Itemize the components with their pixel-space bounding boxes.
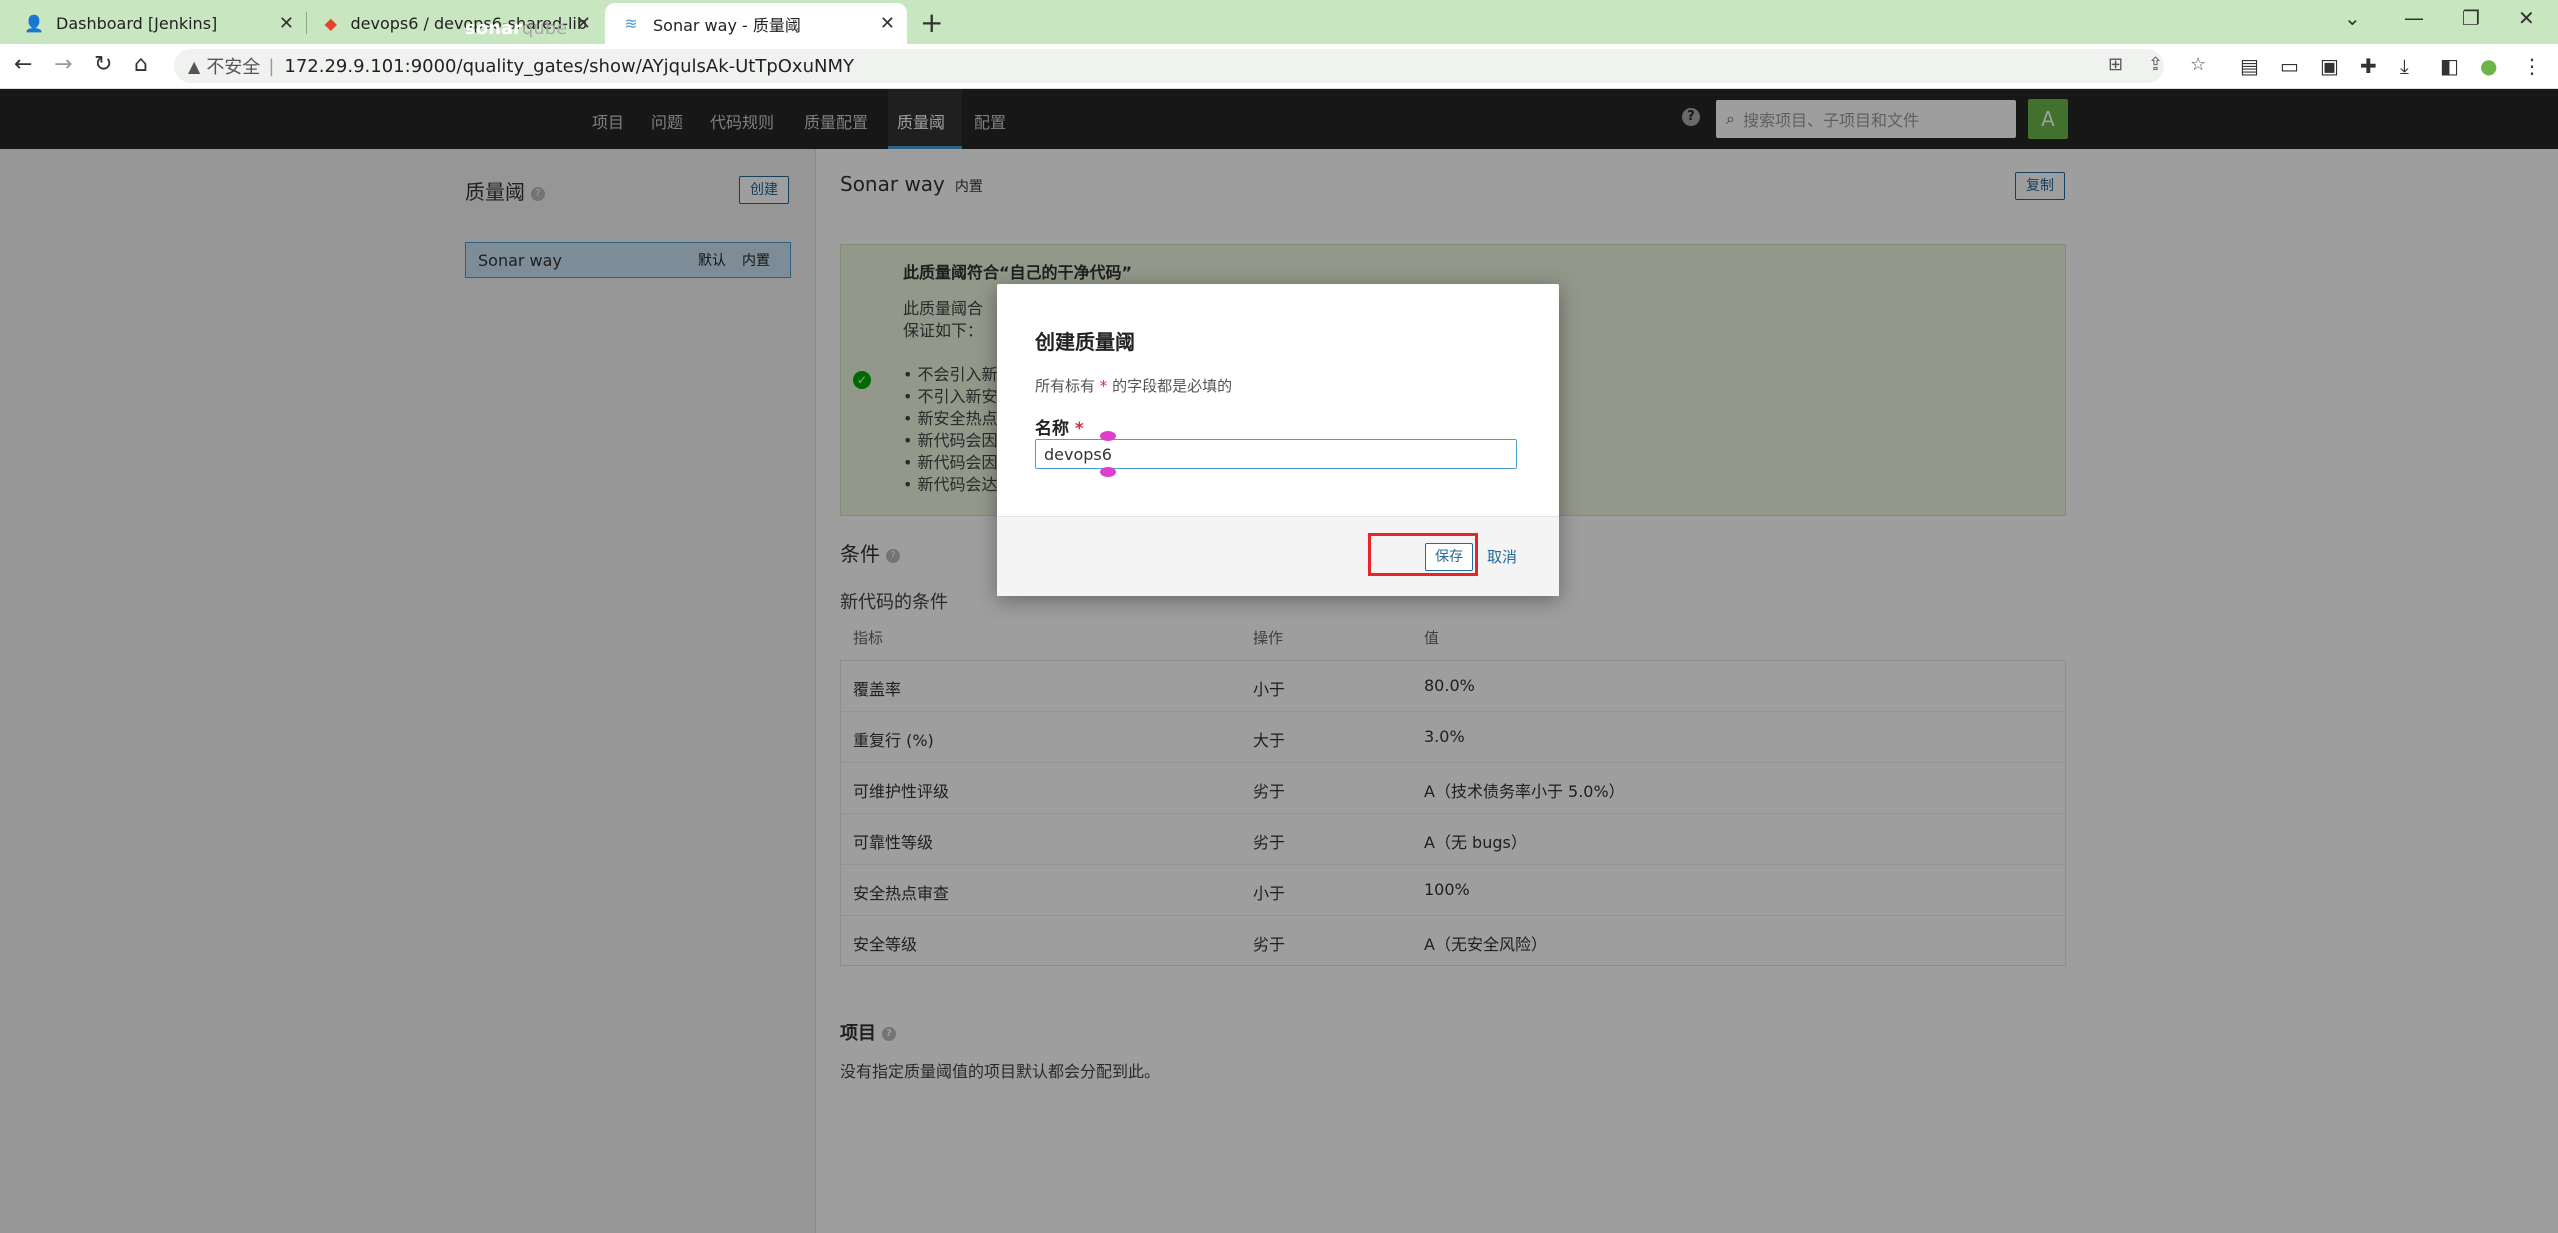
logo-suffix: qube — [521, 18, 568, 39]
url-field[interactable]: ▲ 不安全 | 172.29.9.101:9000/quality_gates/… — [174, 49, 2164, 83]
sidepanel-icon[interactable]: ◧ — [2440, 54, 2459, 78]
maximize-icon[interactable]: ❐ — [2462, 6, 2480, 30]
name-field-label: 名称 * — [1035, 414, 1084, 439]
home-icon[interactable]: ⌂ — [134, 52, 148, 77]
tab-sonar[interactable]: ≋ Sonar way - 质量阈 ✕ — [605, 3, 907, 44]
extensions-puzzle-icon[interactable]: ✚ — [2360, 54, 2377, 78]
extension-reader-icon[interactable]: ▤ — [2240, 54, 2259, 78]
close-icon[interactable]: ✕ — [576, 13, 591, 34]
new-tab-icon[interactable]: + — [920, 6, 943, 39]
forward-icon[interactable]: → — [54, 52, 72, 77]
warning-icon: ▲ — [188, 56, 201, 76]
extension-screenshot-icon[interactable]: ▣ — [2320, 54, 2339, 78]
required-star: * — [1074, 419, 1084, 439]
browser-tab-bar: 👤 Dashboard [Jenkins] ✕ ◆ devops6 / devo… — [0, 0, 2558, 44]
dialog-title: 创建质量阈 — [1035, 330, 1135, 354]
share-icon[interactable]: ⇪ — [2148, 54, 2163, 75]
reload-icon[interactable]: ↻ — [94, 52, 112, 77]
tab-search-icon[interactable]: ⌄ — [2344, 6, 2361, 30]
modal-overlay[interactable] — [0, 89, 2558, 1233]
back-icon[interactable]: ← — [14, 52, 32, 77]
address-bar: ← → ↻ ⌂ ▲ 不安全 | 172.29.9.101:9000/qualit… — [0, 44, 2558, 89]
download-icon[interactable]: ⤓ — [2400, 54, 2409, 78]
bookmark-star-icon[interactable]: ☆ — [2190, 54, 2206, 75]
required-star: * — [1099, 377, 1108, 395]
close-icon[interactable]: ✕ — [880, 13, 895, 34]
window-close-icon[interactable]: ✕ — [2518, 6, 2535, 30]
logo-text: sonar — [465, 18, 522, 39]
cancel-button[interactable]: 取消 — [1487, 546, 1517, 567]
sonarqube-icon: ≋ — [624, 14, 638, 33]
text-cursor-marker-bottom — [1100, 467, 1116, 477]
profile-icon[interactable]: ● — [2480, 54, 2497, 78]
required-fields-hint: 所有标有 * 的字段都是必填的 — [1035, 375, 1232, 396]
gitlab-icon: ◆ — [324, 14, 337, 33]
extension-cast-icon[interactable]: ▭ — [2280, 54, 2299, 78]
text-cursor-marker-top — [1100, 431, 1116, 441]
sonarqube-logo[interactable]: sonarqube — [465, 18, 567, 39]
hint-prefix: 所有标有 — [1035, 377, 1096, 395]
insecure-label: 不安全 — [206, 57, 261, 78]
translate-icon[interactable]: ⊞ — [2108, 54, 2123, 75]
gate-name-input[interactable] — [1035, 439, 1517, 469]
highlight-box — [1368, 533, 1478, 576]
tab-title: Dashboard [Jenkins] — [56, 14, 218, 33]
hint-suffix: 的字段都是必填的 — [1112, 377, 1233, 395]
url-text: 172.29.9.101:9000/quality_gates/show/AYj… — [284, 55, 854, 77]
minimize-icon[interactable]: — — [2404, 6, 2424, 30]
jenkins-icon: 👤 — [24, 14, 44, 33]
tab-title: Sonar way - 质量阈 — [653, 15, 801, 35]
browser-menu-icon[interactable]: ⋮ — [2522, 54, 2542, 78]
tab-jenkins[interactable]: 👤 Dashboard [Jenkins] ✕ — [8, 3, 306, 44]
name-label-text: 名称 — [1035, 419, 1069, 439]
url-divider: | — [268, 55, 275, 77]
close-icon[interactable]: ✕ — [279, 13, 294, 34]
